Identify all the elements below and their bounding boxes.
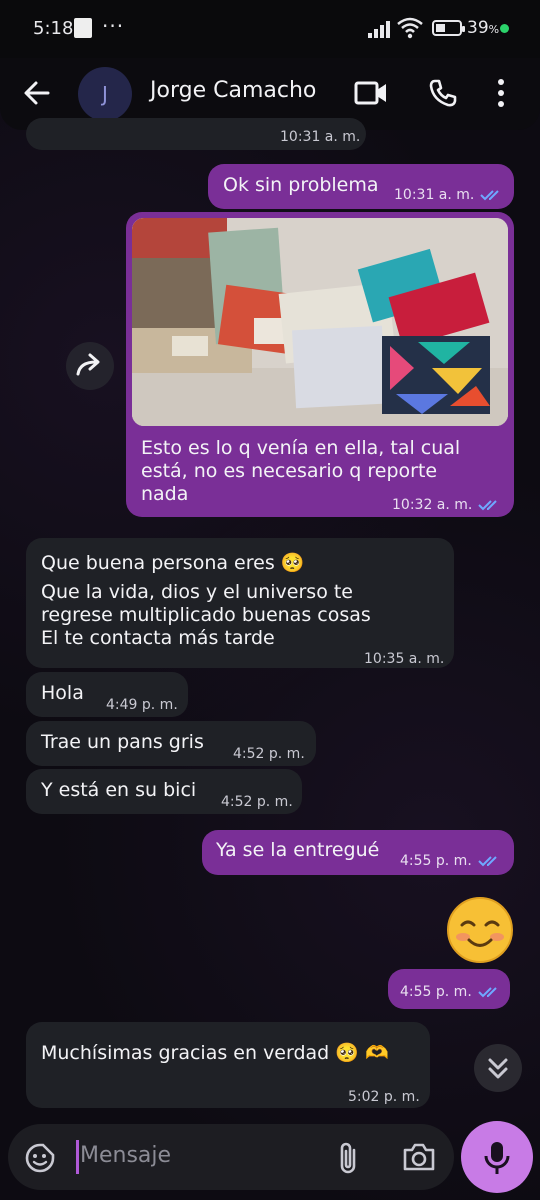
- wifi-icon: [397, 17, 423, 39]
- forward-button[interactable]: [66, 342, 114, 390]
- message-bubble-incoming[interactable]: Hola 4:49 p. m.: [26, 672, 188, 717]
- status-bar: 5:18 ··· 39%: [0, 0, 540, 58]
- attachment-icon[interactable]: [336, 1140, 360, 1176]
- back-arrow-icon[interactable]: [22, 78, 52, 108]
- message-time: 4:55 p. m.: [400, 850, 500, 873]
- message-photo[interactable]: [132, 218, 508, 426]
- more-options-icon[interactable]: [496, 78, 506, 108]
- more-notifications-icon: ···: [102, 14, 125, 38]
- message-text: Hola: [41, 682, 84, 704]
- message-time: 10:31 a. m.: [280, 129, 361, 145]
- privacy-indicator: [500, 24, 509, 33]
- double-chevron-down-icon: [488, 1058, 508, 1079]
- message-input[interactable]: Mensaje: [80, 1143, 171, 1168]
- message-time: 5:02 p. m.: [348, 1089, 420, 1105]
- message-bubble-incoming[interactable]: Trae un pans gris 4:52 p. m.: [26, 721, 316, 766]
- message-bubble-outgoing[interactable]: Ok sin problema 10:31 a. m.: [208, 164, 514, 209]
- emoji-icon[interactable]: [24, 1142, 56, 1174]
- message-bubble-partial[interactable]: 10:31 a. m.: [26, 118, 366, 150]
- contact-name[interactable]: Jorge Camacho: [150, 78, 316, 103]
- forward-icon: [76, 353, 100, 376]
- photo-wallet-contents: [132, 218, 508, 426]
- signal-icon: [368, 21, 390, 38]
- message-text: Muchísimas gracias en verdad 🥺 🫶: [41, 1042, 389, 1064]
- read-receipt-icon: [480, 190, 500, 201]
- message-bubble-outgoing[interactable]: ☺️ 4:55 p. m.: [388, 969, 510, 1009]
- message-composer: Mensaje: [8, 1124, 454, 1190]
- message-text: Y está en su bici: [41, 779, 197, 801]
- message-time: 4:55 p. m.: [400, 981, 500, 1004]
- message-bubble-incoming[interactable]: Y está en su bici 4:52 p. m.: [26, 769, 302, 814]
- heart-hands-emoji: 🫶: [365, 1042, 389, 1064]
- notification-icon: [74, 18, 92, 38]
- camera-icon[interactable]: [402, 1142, 436, 1172]
- status-time: 5:18: [33, 18, 74, 39]
- smiling-face-emoji[interactable]: [445, 895, 515, 965]
- text-cursor: [76, 1140, 79, 1174]
- phone-call-icon[interactable]: [428, 78, 458, 108]
- message-text: Trae un pans gris: [41, 731, 204, 753]
- contact-avatar[interactable]: J: [78, 67, 132, 121]
- video-call-icon[interactable]: [354, 80, 388, 106]
- message-text: Que buena persona eres 🥺 Que la vida, di…: [41, 552, 371, 649]
- scroll-to-bottom-button[interactable]: [474, 1044, 522, 1092]
- message-time: 4:49 p. m.: [106, 697, 178, 713]
- read-receipt-icon: [478, 856, 497, 867]
- microphone-icon: [484, 1142, 510, 1174]
- battery-icon: [432, 20, 465, 36]
- voice-message-button[interactable]: [461, 1121, 533, 1193]
- message-bubble-outgoing-image[interactable]: Esto es lo q venía en ella, tal cual est…: [126, 212, 514, 517]
- message-time: 10:32 a. m.: [392, 494, 500, 517]
- message-text: Ok sin problema: [223, 174, 379, 196]
- message-time: 4:52 p. m.: [221, 794, 293, 810]
- message-bubble-incoming[interactable]: Que buena persona eres 🥺 Que la vida, di…: [26, 538, 454, 668]
- battery-percentage: 39%: [467, 18, 500, 38]
- message-time: 4:52 p. m.: [233, 746, 305, 762]
- message-time: 10:31 a. m.: [394, 184, 502, 207]
- pleading-face-emoji: 🥺: [335, 1042, 359, 1064]
- message-bubble-incoming[interactable]: Muchísimas gracias en verdad 🥺 🫶 5:02 p.…: [26, 1022, 430, 1108]
- read-receipt-icon: [478, 987, 497, 998]
- message-text: Ya se la entregué: [216, 839, 380, 861]
- message-time: 10:35 a. m.: [364, 651, 445, 667]
- pleading-face-emoji: 🥺: [280, 552, 305, 574]
- read-receipt-icon: [478, 500, 498, 511]
- message-bubble-outgoing[interactable]: Ya se la entregué 4:55 p. m.: [202, 830, 514, 875]
